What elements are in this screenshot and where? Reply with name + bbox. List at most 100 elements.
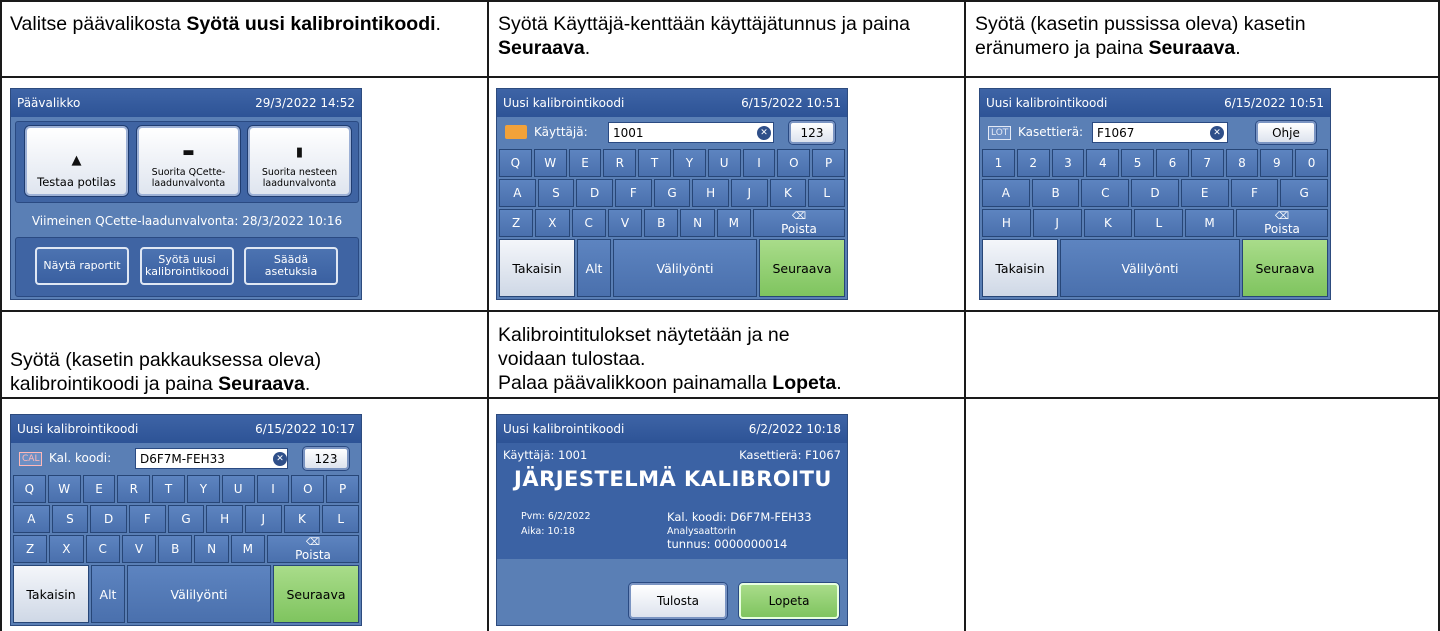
clear-icon[interactable]: ✕ (273, 452, 287, 466)
next-button[interactable]: Seuraava (1242, 239, 1328, 297)
key-b[interactable]: B (644, 209, 679, 237)
key-c[interactable]: C (1081, 179, 1130, 207)
key-z[interactable]: Z (499, 209, 534, 237)
key-4[interactable]: 4 (1086, 149, 1120, 177)
run-qcette-button[interactable]: ▬ Suorita QCette-laadunvalvonta (137, 126, 240, 196)
help-button[interactable]: Ohje (1256, 121, 1316, 144)
key-q[interactable]: Q (13, 475, 46, 503)
key-x[interactable]: X (535, 209, 570, 237)
key-w[interactable]: W (533, 149, 567, 177)
space-key[interactable]: Välilyönti (613, 239, 757, 297)
key-e[interactable]: E (1180, 179, 1229, 207)
key-5[interactable]: 5 (1121, 149, 1154, 177)
key-o[interactable]: O (777, 149, 811, 177)
key-p[interactable]: P (326, 475, 359, 503)
space-key[interactable]: Välilyönti (127, 565, 271, 623)
key-6[interactable]: 6 (1156, 149, 1189, 177)
key-1[interactable]: 1 (982, 149, 1015, 177)
key-b[interactable]: B (158, 535, 193, 563)
key-c[interactable]: C (85, 535, 120, 563)
next-button[interactable]: Seuraava (759, 239, 845, 297)
key-t[interactable]: T (638, 149, 671, 177)
delete-key[interactable]: ⌫ Poista (753, 209, 845, 237)
key-o[interactable]: O (291, 475, 325, 503)
key-h[interactable]: H (982, 209, 1031, 237)
key-a[interactable]: A (13, 505, 50, 533)
key-q[interactable]: Q (499, 149, 532, 177)
key-r[interactable]: R (117, 475, 151, 503)
key-j[interactable]: J (1032, 209, 1082, 237)
key-j[interactable]: J (245, 505, 282, 533)
delete-key[interactable]: ⌫ Poista (1236, 209, 1328, 237)
key-3[interactable]: 3 (1051, 149, 1085, 177)
key-e[interactable]: E (568, 149, 602, 177)
key-g[interactable]: G (1280, 179, 1328, 207)
run-liquid-qc-button[interactable]: ▮ Suorita nesteen laadunvalvonta (248, 126, 351, 196)
alt-key[interactable]: Alt (577, 239, 611, 297)
key-l[interactable]: L (1134, 209, 1184, 237)
key-d[interactable]: D (576, 179, 613, 207)
key-u[interactable]: U (707, 149, 741, 177)
key-f[interactable]: F (1230, 179, 1279, 207)
key-a[interactable]: A (982, 179, 1030, 207)
key-i[interactable]: I (742, 149, 776, 177)
new-cal-code-button[interactable]: Syötä uusi kalibrointikoodi (140, 247, 234, 285)
next-button[interactable]: Seuraava (273, 565, 359, 623)
key-m[interactable]: M (716, 209, 751, 237)
adjust-settings-button[interactable]: Säädä asetuksia (244, 247, 338, 285)
key-y[interactable]: Y (187, 475, 220, 503)
key-n[interactable]: N (680, 209, 715, 237)
key-x[interactable]: X (49, 535, 84, 563)
back-button[interactable]: Takaisin (499, 239, 575, 297)
key-t[interactable]: T (152, 475, 185, 503)
test-patient-button[interactable]: ▲ Testaa potilas (25, 126, 128, 196)
key-c[interactable]: C (571, 209, 606, 237)
key-r[interactable]: R (603, 149, 637, 177)
key-l[interactable]: L (322, 505, 359, 533)
numeric-mode-button[interactable]: 123 (789, 121, 835, 144)
key-j[interactable]: J (731, 179, 768, 207)
key-d[interactable]: D (1131, 179, 1179, 207)
user-input[interactable]: 1001 (608, 122, 774, 143)
key-2[interactable]: 2 (1016, 149, 1050, 177)
key-l[interactable]: L (808, 179, 845, 207)
key-g[interactable]: G (167, 505, 205, 533)
key-9[interactable]: 9 (1260, 149, 1294, 177)
key-y[interactable]: Y (673, 149, 706, 177)
back-button[interactable]: Takaisin (13, 565, 89, 623)
key-v[interactable]: V (121, 535, 157, 563)
key-u[interactable]: U (221, 475, 255, 503)
space-key[interactable]: Välilyönti (1060, 239, 1240, 297)
key-s[interactable]: S (537, 179, 575, 207)
key-8[interactable]: 8 (1225, 149, 1259, 177)
key-0[interactable]: 0 (1295, 149, 1328, 177)
key-m[interactable]: M (230, 535, 265, 563)
key-7[interactable]: 7 (1190, 149, 1224, 177)
key-z[interactable]: Z (13, 535, 48, 563)
show-reports-button[interactable]: Näytä raportit (35, 247, 129, 285)
key-h[interactable]: H (206, 505, 243, 533)
finish-button[interactable]: Lopeta (739, 583, 839, 619)
key-a[interactable]: A (499, 179, 536, 207)
key-p[interactable]: P (812, 149, 845, 177)
numeric-mode-button[interactable]: 123 (303, 447, 349, 470)
key-k[interactable]: K (769, 179, 807, 207)
cal-code-input[interactable]: D6F7M-FEH33 (135, 448, 288, 469)
key-g[interactable]: G (653, 179, 691, 207)
key-d[interactable]: D (90, 505, 127, 533)
key-f[interactable]: F (615, 179, 652, 207)
key-h[interactable]: H (692, 179, 729, 207)
key-b[interactable]: B (1031, 179, 1080, 207)
key-m[interactable]: M (1185, 209, 1234, 237)
key-w[interactable]: W (47, 475, 81, 503)
lot-input[interactable]: F1067 (1092, 122, 1228, 143)
key-v[interactable]: V (607, 209, 643, 237)
key-i[interactable]: I (256, 475, 290, 503)
key-k[interactable]: K (283, 505, 321, 533)
clear-icon[interactable]: ✕ (1210, 126, 1224, 140)
key-n[interactable]: N (194, 535, 229, 563)
key-k[interactable]: K (1083, 209, 1133, 237)
key-f[interactable]: F (129, 505, 166, 533)
key-e[interactable]: E (82, 475, 116, 503)
key-s[interactable]: S (51, 505, 89, 533)
